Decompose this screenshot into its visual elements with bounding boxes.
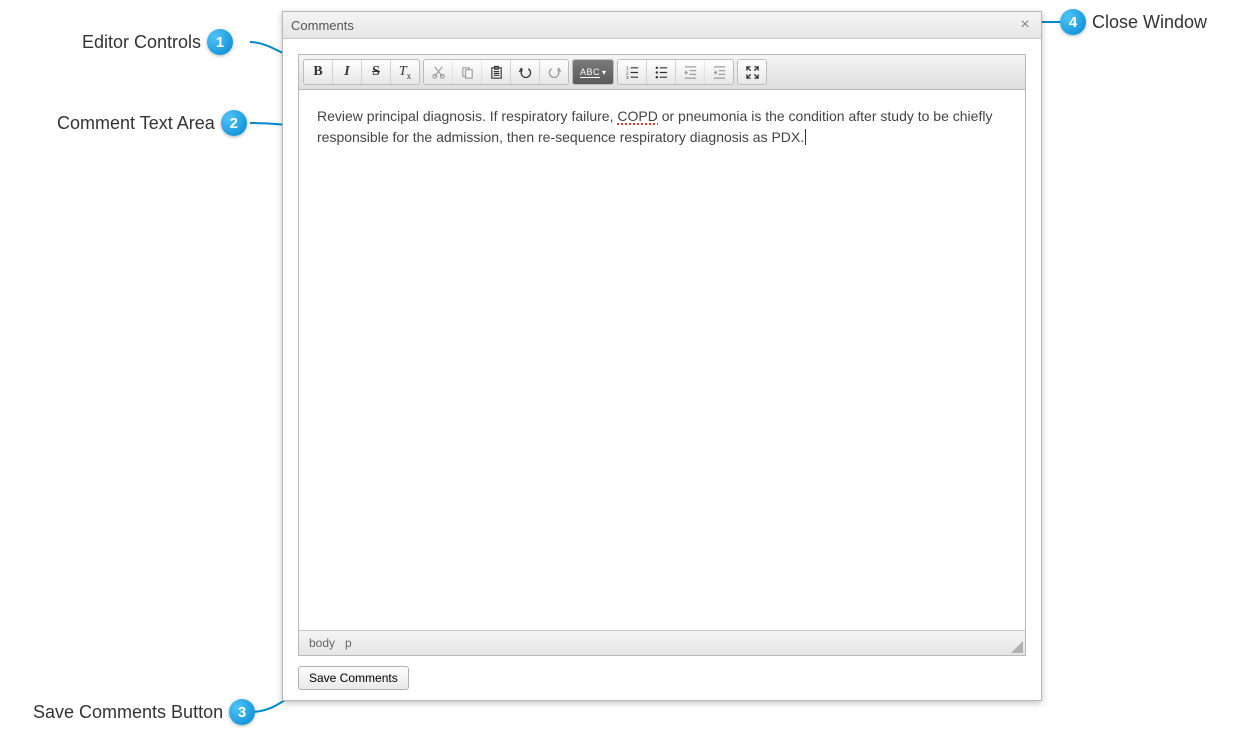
list-group: 123 <box>617 59 734 85</box>
save-row: Save Comments <box>298 656 1026 690</box>
callout-3-label: Save Comments Button <box>33 702 223 723</box>
callout-4: Close Window 4 <box>1060 9 1207 35</box>
maximize-button[interactable] <box>738 60 766 84</box>
save-comments-button[interactable]: Save Comments <box>298 666 409 690</box>
rich-text-editor: B I S Tx <box>298 54 1026 656</box>
editor-textarea[interactable]: Review principal diagnosis. If respirato… <box>299 90 1025 630</box>
dialog-titlebar: Comments × <box>283 12 1041 39</box>
status-crumb-body[interactable]: body <box>309 636 335 650</box>
indent-button[interactable] <box>705 60 733 84</box>
text-style-group: B I S Tx <box>303 59 420 85</box>
paste-button[interactable] <box>482 60 511 84</box>
status-crumb-p[interactable]: p <box>345 636 352 650</box>
redo-button[interactable] <box>540 60 568 84</box>
callout-3: Save Comments Button 3 <box>33 699 255 725</box>
maximize-group <box>737 59 767 85</box>
svg-text:3: 3 <box>625 75 628 80</box>
callout-1: Editor Controls 1 <box>82 29 233 55</box>
italic-button[interactable]: I <box>333 60 362 84</box>
cut-button[interactable] <box>424 60 453 84</box>
copy-button[interactable] <box>453 60 482 84</box>
bullet-list-button[interactable] <box>647 60 676 84</box>
callout-4-bubble: 4 <box>1060 9 1086 35</box>
strike-button[interactable]: S <box>362 60 391 84</box>
editor-toolbar: B I S Tx <box>299 55 1025 90</box>
remove-format-button[interactable]: Tx <box>391 60 419 84</box>
editor-text-pre: Review principal diagnosis. If respirato… <box>317 108 617 124</box>
editor-statusbar: body p <box>299 630 1025 655</box>
callout-1-bubble: 1 <box>207 29 233 55</box>
comments-dialog: Comments × B I S Tx <box>282 11 1042 701</box>
undo-button[interactable] <box>511 60 540 84</box>
callout-3-bubble: 3 <box>229 699 255 725</box>
resize-handle[interactable] <box>1011 641 1023 653</box>
spelling-error: COPD <box>617 108 657 125</box>
close-icon[interactable]: × <box>1017 17 1033 33</box>
callout-2: Comment Text Area 2 <box>57 110 247 136</box>
dialog-body: B I S Tx <box>283 39 1041 700</box>
callout-4-label: Close Window <box>1092 12 1207 33</box>
numbered-list-button[interactable]: 123 <box>618 60 647 84</box>
dialog-title: Comments <box>291 18 1017 33</box>
bold-button[interactable]: B <box>304 60 333 84</box>
callout-2-bubble: 2 <box>221 110 247 136</box>
outdent-button[interactable] <box>676 60 705 84</box>
callout-1-label: Editor Controls <box>82 32 201 53</box>
clipboard-group <box>423 59 569 85</box>
text-cursor <box>805 129 806 145</box>
callout-2-label: Comment Text Area <box>57 113 215 134</box>
spellcheck-group: ABC▾ <box>572 59 614 85</box>
spellcheck-button[interactable]: ABC▾ <box>573 60 613 84</box>
